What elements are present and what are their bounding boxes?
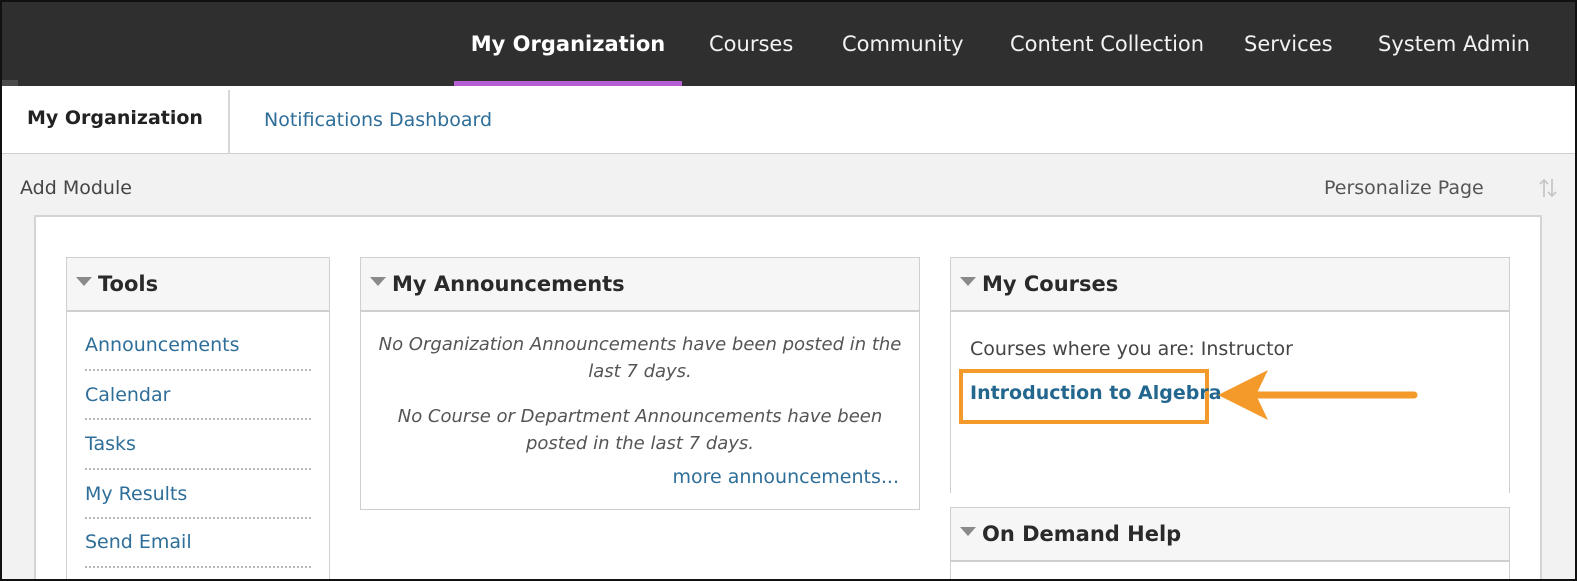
collapse-triangle-icon[interactable] xyxy=(960,276,976,286)
announcements-module: My Announcements No Organization Announc… xyxy=(360,257,920,510)
subnav-divider xyxy=(228,90,230,154)
sub-nav-bar: My Organization Notifications Dashboard xyxy=(2,86,1575,154)
courses-module-header: My Courses xyxy=(951,258,1509,312)
course-link-introduction-to-algebra[interactable]: Introduction to Algebra xyxy=(970,382,1222,404)
collapse-triangle-icon[interactable] xyxy=(960,526,976,536)
tool-divider xyxy=(85,566,311,568)
org-announcements-message: No Organization Announcements have been … xyxy=(378,334,902,382)
tool-link-calendar[interactable]: Calendar xyxy=(85,384,170,406)
app-frame: My Organization Courses Community Conten… xyxy=(0,0,1577,581)
top-nav-courses[interactable]: Courses xyxy=(709,2,793,86)
top-nav-services[interactable]: Services xyxy=(1244,2,1333,86)
help-module-title: On Demand Help xyxy=(982,522,1182,546)
top-nav-content-collection[interactable]: Content Collection xyxy=(1010,2,1204,86)
personalize-page-button[interactable]: Personalize Page xyxy=(1324,177,1484,199)
tool-link-announcements[interactable]: Announcements xyxy=(85,334,240,356)
reorder-arrows-icon[interactable] xyxy=(1538,177,1558,199)
tools-module-title: Tools xyxy=(98,272,159,296)
collapse-triangle-icon[interactable] xyxy=(76,276,92,286)
collapse-triangle-icon[interactable] xyxy=(370,276,386,286)
tool-link-my-results[interactable]: My Results xyxy=(85,483,187,505)
top-nav-my-organization[interactable]: My Organization xyxy=(454,2,682,86)
top-nav-community[interactable]: Community xyxy=(842,2,964,86)
pointer-arrow-icon xyxy=(1218,370,1418,420)
help-module-header: On Demand Help xyxy=(951,508,1509,562)
courses-module-title: My Courses xyxy=(982,272,1119,296)
add-module-button[interactable]: Add Module xyxy=(20,177,132,199)
tool-divider xyxy=(85,468,311,470)
help-module: On Demand Help xyxy=(950,507,1510,579)
top-nav-system-admin[interactable]: System Admin xyxy=(1378,2,1530,86)
tool-divider xyxy=(85,418,311,420)
subnav-current-page[interactable]: My Organization xyxy=(27,107,203,129)
announcements-module-title: My Announcements xyxy=(392,272,625,296)
tool-divider xyxy=(85,369,311,371)
notifications-dashboard-link[interactable]: Notifications Dashboard xyxy=(264,109,492,131)
tool-link-tasks[interactable]: Tasks xyxy=(85,433,136,455)
more-announcements-link[interactable]: more announcements... xyxy=(672,466,899,488)
tools-module-header: Tools xyxy=(67,258,329,312)
tool-divider xyxy=(85,517,311,519)
top-nav-bar: My Organization Courses Community Conten… xyxy=(2,2,1575,86)
announcements-module-header: My Announcements xyxy=(361,258,919,312)
tools-module: Tools Announcements Calendar Tasks My Re… xyxy=(66,257,330,579)
course-announcements-message: No Course or Department Announcements ha… xyxy=(397,406,883,454)
courses-role-label: Courses where you are: Instructor xyxy=(970,338,1293,360)
tool-link-send-email[interactable]: Send Email xyxy=(85,531,192,553)
